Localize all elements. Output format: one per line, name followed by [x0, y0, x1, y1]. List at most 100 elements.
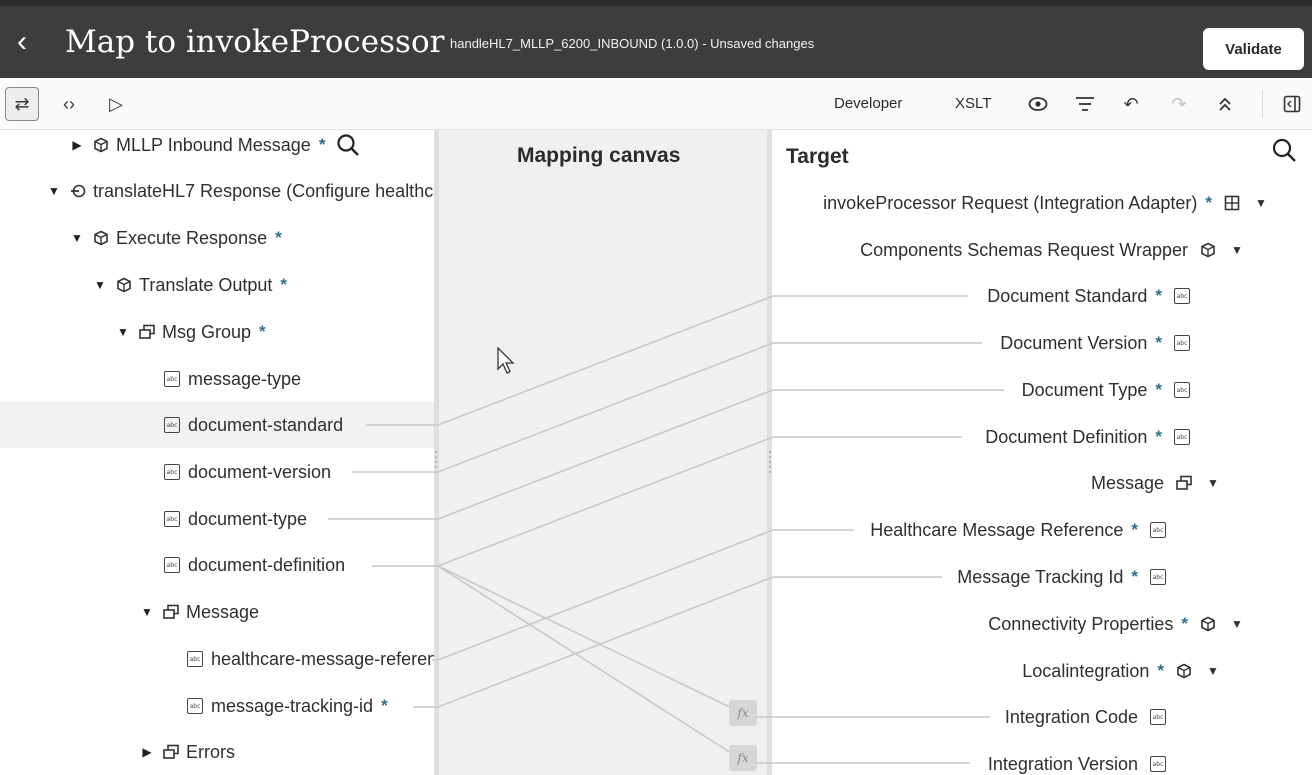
- required-star: *: [1155, 427, 1162, 446]
- target-field-integration-code[interactable]: Integration Code abc: [1005, 694, 1166, 740]
- node-label: Msg Group: [162, 321, 252, 342]
- source-field-document-standard[interactable]: abc document-standard: [0, 402, 434, 448]
- source-node-mllp-inbound[interactable]: ▶ MLLP Inbound Message *: [0, 130, 434, 168]
- string-field-icon: abc: [164, 511, 180, 527]
- app-header: ‹ Map to invokeProcessor handleHL7_MLLP_…: [0, 0, 1312, 78]
- source-node-translate-output[interactable]: ▼ Translate Output *: [0, 262, 434, 308]
- left-resize-handle[interactable]: [434, 448, 438, 476]
- target-field-document-standard[interactable]: Document Standard * abc: [987, 273, 1190, 319]
- target-field-document-version[interactable]: Document Version * abc: [1000, 320, 1190, 366]
- expand-caret-icon[interactable]: ▶: [138, 745, 156, 759]
- string-field-icon: abc: [1174, 288, 1190, 304]
- target-node-localintegration[interactable]: Localintegration * ▼: [1022, 648, 1220, 694]
- collapse-all-icon[interactable]: [1208, 87, 1242, 121]
- node-label: Errors: [186, 741, 235, 762]
- source-field-document-type[interactable]: abc document-type: [0, 496, 434, 542]
- target-field-message-tracking-id[interactable]: Message Tracking Id * abc: [957, 554, 1166, 600]
- back-button[interactable]: ‹: [8, 26, 36, 62]
- field-label: message-tracking-id: [211, 695, 374, 716]
- source-field-message-type[interactable]: abc message-type: [0, 356, 434, 402]
- collapse-caret-icon[interactable]: ▼: [1206, 664, 1220, 678]
- repeating-group-icon: [161, 602, 181, 622]
- swap-view-icon[interactable]: ⇄: [5, 87, 39, 121]
- target-field-document-definition[interactable]: Document Definition * abc: [985, 414, 1190, 460]
- collapse-caret-icon[interactable]: ▼: [1230, 243, 1244, 257]
- field-label: Message Tracking Id: [957, 566, 1124, 587]
- node-label: MLLP Inbound Message: [116, 134, 311, 155]
- required-star: *: [1131, 520, 1138, 539]
- required-star: *: [1157, 661, 1164, 680]
- cube-icon: [114, 275, 134, 295]
- string-field-icon: abc: [1174, 382, 1190, 398]
- target-node-message[interactable]: Message ▼: [1091, 460, 1220, 506]
- page-title: Map to invokeProcessor: [65, 24, 445, 60]
- repeating-group-icon: [137, 322, 157, 342]
- field-label: Document Standard: [987, 285, 1148, 306]
- field-label: Integration Code: [1004, 706, 1138, 727]
- node-label: Connectivity Properties: [988, 613, 1174, 634]
- connection-icon: [68, 181, 88, 201]
- panel-toggle-icon[interactable]: [1275, 87, 1309, 121]
- expand-caret-icon[interactable]: ▶: [68, 138, 86, 152]
- cube-icon: [91, 228, 111, 248]
- mapping-canvas[interactable]: Mapping canvas: [434, 130, 772, 775]
- code-view-icon[interactable]: ‹›: [52, 87, 86, 121]
- undo-icon[interactable]: ↶: [1114, 87, 1148, 121]
- source-node-msg-group[interactable]: ▼ Msg Group *: [0, 309, 434, 355]
- target-title: Target: [786, 145, 849, 168]
- target-node-request-wrapper[interactable]: Components Schemas Request Wrapper ▼: [860, 227, 1244, 273]
- string-field-icon: abc: [1150, 522, 1166, 538]
- collapse-caret-icon[interactable]: ▼: [1230, 617, 1244, 631]
- collapse-caret-icon[interactable]: ▼: [45, 184, 63, 198]
- eye-icon[interactable]: [1021, 87, 1055, 121]
- cube-icon: [91, 135, 111, 155]
- string-field-icon: abc: [164, 557, 180, 573]
- validate-button[interactable]: Validate: [1203, 28, 1304, 70]
- cube-icon: [1174, 661, 1194, 681]
- developer-toggle[interactable]: Developer: [834, 95, 902, 112]
- test-play-icon[interactable]: ▷: [99, 87, 133, 121]
- source-node-translate-response[interactable]: ▼ translateHL7 Response (Configure healt…: [0, 168, 434, 214]
- target-node-connectivity-properties[interactable]: Connectivity Properties * ▼: [988, 601, 1244, 647]
- field-label: message-type: [188, 368, 302, 389]
- required-star: *: [1131, 567, 1138, 586]
- required-star: *: [1205, 193, 1212, 212]
- target-field-integration-version[interactable]: Integration Version abc: [988, 741, 1166, 775]
- target-field-healthcare-message-reference[interactable]: Healthcare Message Reference * abc: [870, 507, 1166, 553]
- source-field-message-tracking-id[interactable]: abc message-tracking-id *: [0, 683, 434, 729]
- fx-function-node[interactable]: fx: [729, 700, 757, 726]
- source-tree-panel: ▶ MLLP Inbound Message * ▼ translateHL7 …: [0, 130, 434, 775]
- collapse-caret-icon[interactable]: ▼: [1206, 476, 1220, 490]
- source-field-document-definition[interactable]: abc document-definition: [0, 542, 434, 588]
- target-node-invoke-request[interactable]: invokeProcessor Request (Integration Ada…: [823, 180, 1268, 226]
- source-field-healthcare-message-reference[interactable]: abc healthcare-message-reference: [0, 636, 434, 682]
- repeating-group-icon: [1174, 473, 1194, 493]
- redo-icon[interactable]: ↷: [1162, 87, 1196, 121]
- required-star: *: [280, 275, 288, 294]
- source-node-errors[interactable]: ▶ Errors: [0, 729, 434, 775]
- target-search-icon[interactable]: [1270, 136, 1298, 164]
- field-label: document-type: [188, 508, 308, 529]
- filter-icon[interactable]: [1068, 87, 1102, 121]
- xslt-toggle[interactable]: XSLT: [955, 95, 991, 112]
- target-tree-panel: Target invokeProcessor Request (Integrat…: [772, 130, 1312, 775]
- source-node-message[interactable]: ▼ Message: [0, 589, 434, 635]
- required-star: *: [318, 135, 326, 154]
- collapse-caret-icon[interactable]: ▼: [138, 605, 156, 619]
- source-search-icon[interactable]: [335, 132, 361, 158]
- required-star: *: [381, 696, 388, 715]
- collapse-caret-icon[interactable]: ▼: [114, 325, 132, 339]
- required-star: *: [259, 322, 266, 341]
- source-node-execute-response[interactable]: ▼ Execute Response *: [0, 215, 434, 261]
- collapse-caret-icon[interactable]: ▼: [68, 231, 86, 245]
- adapter-icon: [1222, 193, 1242, 213]
- field-label: Healthcare Message Reference: [870, 519, 1124, 540]
- string-field-icon: abc: [1150, 756, 1166, 772]
- source-field-document-version[interactable]: abc document-version: [0, 449, 434, 495]
- target-field-document-type[interactable]: Document Type * abc: [1022, 367, 1190, 413]
- string-field-icon: abc: [1174, 335, 1190, 351]
- fx-function-node[interactable]: fx: [729, 745, 757, 771]
- collapse-caret-icon[interactable]: ▼: [1254, 196, 1268, 210]
- collapse-caret-icon[interactable]: ▼: [91, 278, 109, 292]
- string-field-icon: abc: [164, 371, 180, 387]
